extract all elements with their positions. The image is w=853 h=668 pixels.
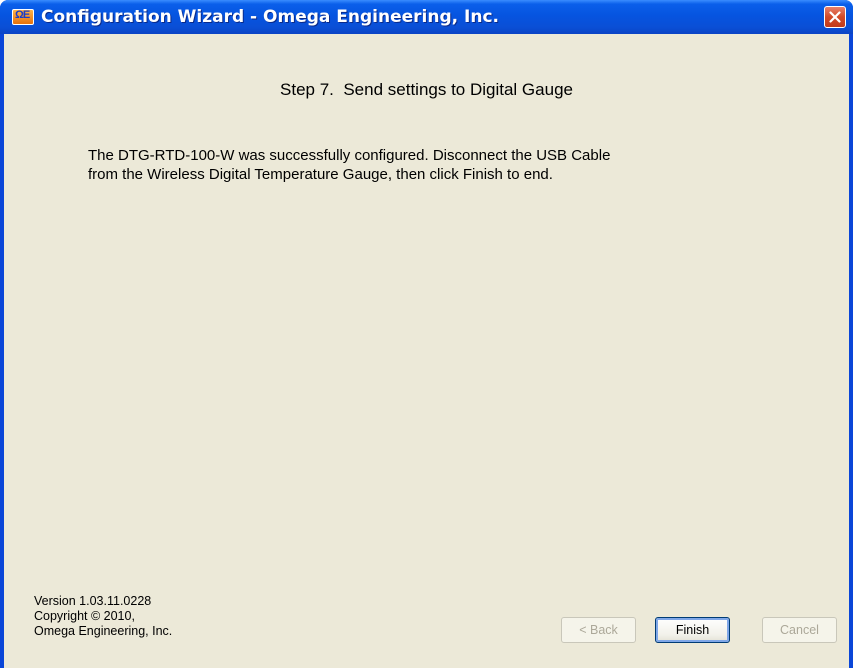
finish-button[interactable]: Finish [655, 617, 730, 643]
cancel-button[interactable]: Cancel [762, 617, 837, 643]
version-info: Version 1.03.11.0228 Copyright © 2010, O… [34, 594, 172, 639]
copyright-label: Copyright © 2010, [34, 609, 135, 623]
message-line: The DTG-RTD-100-W was successfully confi… [88, 147, 611, 164]
version-label: Version 1.03.11.0228 [34, 594, 152, 608]
app-icon-glyph: ΩE [15, 9, 30, 21]
company-label: Omega Engineering, Inc. [34, 624, 173, 638]
wizard-client-area: Step 7. Send settings to Digital Gauge T… [4, 34, 849, 668]
wizard-window: ΩE Configuration Wizard - Omega Engineer… [0, 0, 853, 668]
status-message: The DTG-RTD-100-W was successfully confi… [88, 146, 788, 184]
step-title: Step 7. Send settings to Digital Gauge [280, 80, 573, 99]
back-button[interactable]: < Back [561, 617, 636, 643]
omega-app-icon: ΩE [12, 9, 34, 25]
window-title: Configuration Wizard - Omega Engineering… [41, 7, 499, 27]
title-bar[interactable]: ΩE Configuration Wizard - Omega Engineer… [0, 0, 853, 34]
message-line: from the Wireless Digital Temperature Ga… [88, 166, 553, 183]
close-icon [829, 11, 841, 23]
close-button[interactable] [824, 6, 846, 28]
